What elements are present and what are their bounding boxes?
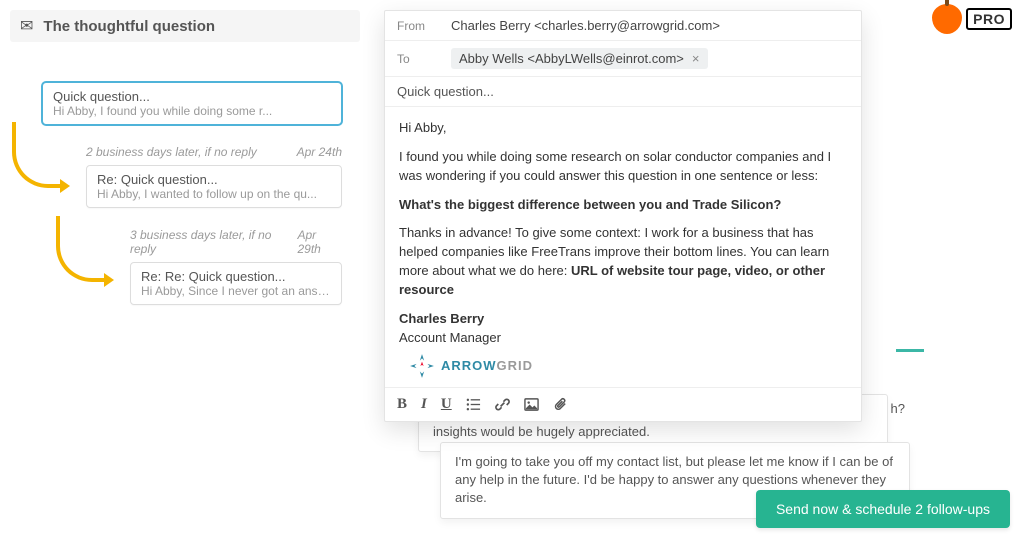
link-button[interactable] (495, 396, 510, 413)
to-row: To Abby Wells <AbbyLWells@einrot.com> × (385, 41, 861, 77)
from-value[interactable]: Charles Berry <charles.berry@arrowgrid.c… (451, 18, 720, 33)
image-button[interactable] (524, 396, 539, 413)
logo-text: ARROWGRID (441, 357, 533, 376)
recipient-chip[interactable]: Abby Wells <AbbyLWells@einrot.com> × (451, 48, 708, 69)
pro-badge: PRO (932, 4, 1012, 34)
bold-button[interactable]: B (397, 396, 407, 413)
to-label: To (397, 52, 437, 66)
sequence-step-3[interactable]: Re: Re: Quick question... Hi Abby, Since… (130, 262, 342, 305)
attachment-button[interactable] (553, 396, 568, 413)
signature-title: Account Manager (399, 329, 847, 348)
formatting-toolbar: B I U (385, 387, 861, 421)
from-label: From (397, 19, 437, 33)
delay-text: 3 business days later, if no reply (130, 228, 298, 256)
delay-label-1: 2 business days later, if no reply Apr 2… (86, 145, 342, 159)
step-preview: Hi Abby, I found you while doing some r.… (53, 104, 331, 118)
step-preview: Hi Abby, I wanted to follow up on the qu… (97, 187, 331, 201)
envelope-icon: ✉ (20, 16, 33, 36)
flow-arrow-icon (12, 122, 64, 188)
from-row: From Charles Berry <charles.berry@arrowg… (385, 11, 861, 41)
signature-name: Charles Berry (399, 310, 847, 329)
step-subject: Re: Re: Quick question... (141, 269, 331, 284)
page-header: ✉ The thoughtful question (10, 10, 360, 42)
greeting: Hi Abby, (399, 119, 847, 138)
arrowgrid-logo-icon (409, 353, 435, 379)
paragraph-2: Thanks in advance! To give some context:… (399, 224, 847, 299)
step-subject: Quick question... (53, 89, 331, 104)
acorn-icon (932, 4, 962, 34)
recipient-text: Abby Wells <AbbyLWells@einrot.com> (459, 51, 684, 66)
pro-label: PRO (966, 8, 1012, 30)
page-title: The thoughtful question (43, 18, 215, 35)
underline-button[interactable]: U (441, 396, 452, 413)
step-preview: Hi Abby, Since I never got an answer fro… (141, 284, 331, 298)
active-tab-underline (896, 349, 924, 352)
send-schedule-button[interactable]: Send now & schedule 2 follow-ups (756, 490, 1010, 528)
delay-label-2: 3 business days later, if no reply Apr 2… (130, 228, 342, 256)
bold-question: What's the biggest difference between yo… (399, 197, 781, 212)
sequence-step-2[interactable]: Re: Quick question... Hi Abby, I wanted … (86, 165, 342, 208)
delay-date: Apr 24th (297, 145, 342, 159)
remove-recipient-icon[interactable]: × (692, 51, 700, 66)
sequence-step-1[interactable]: Quick question... Hi Abby, I found you w… (42, 82, 342, 125)
signature-logo: ARROWGRID (409, 353, 847, 379)
subject-input[interactable]: Quick question... (385, 77, 861, 107)
italic-button[interactable]: I (421, 396, 427, 413)
list-button[interactable] (466, 396, 481, 413)
paragraph-1: I found you while doing some research on… (399, 148, 847, 186)
delay-date: Apr 29th (298, 228, 343, 256)
step-subject: Re: Quick question... (97, 172, 331, 187)
email-body[interactable]: Hi Abby, I found you while doing some re… (385, 107, 861, 387)
email-composer: From Charles Berry <charles.berry@arrowg… (384, 10, 862, 422)
delay-text: 2 business days later, if no reply (86, 145, 257, 159)
